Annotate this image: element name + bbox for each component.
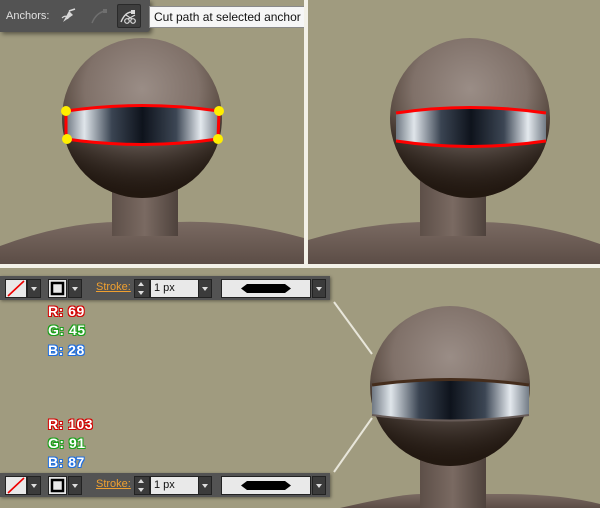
cut-path-tooltip: Cut path at selected anchor points bbox=[149, 6, 304, 28]
robot-visor bbox=[66, 105, 219, 145]
anchor-point bbox=[213, 134, 223, 144]
stroke-weight-dropdown[interactable] bbox=[198, 279, 212, 298]
stroke-dropdown[interactable] bbox=[68, 476, 82, 495]
robot-illustration bbox=[308, 38, 600, 264]
stroke-toolbar: Stroke: 1 px bbox=[0, 276, 330, 300]
stroke-toolbar: Stroke: 1 px bbox=[0, 473, 330, 497]
stroke-weight-field[interactable]: 1 px bbox=[150, 476, 199, 495]
stroke-swatch[interactable] bbox=[48, 279, 67, 298]
anchor-point bbox=[61, 106, 71, 116]
convert-anchor-button[interactable] bbox=[58, 5, 80, 27]
fill-dropdown[interactable] bbox=[27, 279, 41, 298]
color-green-value: G: 45 bbox=[48, 322, 86, 338]
remove-anchor-icon bbox=[91, 9, 107, 24]
stroke-weight-stepper[interactable] bbox=[134, 279, 150, 298]
color-red-value: R: 69 bbox=[48, 303, 85, 319]
cut-path-button[interactable] bbox=[117, 4, 141, 28]
no-fill-icon bbox=[7, 477, 25, 494]
color-blue-value: B: 87 bbox=[48, 454, 85, 470]
canvas-panel-stroke: Stroke: 1 px R: 69 G: 45 B: 28 R: 103 G:… bbox=[0, 268, 600, 508]
stroke-swatch-icon bbox=[50, 281, 65, 296]
anchors-control-bar: Anchors: bbox=[0, 0, 150, 32]
color-red-value: R: 103 bbox=[48, 416, 94, 432]
robot-illustration bbox=[0, 38, 304, 264]
fill-swatch[interactable] bbox=[5, 279, 27, 298]
stroke-weight-field[interactable]: 1 px bbox=[150, 279, 199, 298]
anchor-point bbox=[214, 106, 224, 116]
remove-anchor-button[interactable] bbox=[88, 5, 110, 27]
stroke-swatch[interactable] bbox=[48, 476, 67, 495]
anchors-label: Anchors: bbox=[6, 10, 50, 22]
stroke-weight-stepper[interactable] bbox=[134, 476, 150, 495]
convert-anchor-icon bbox=[61, 8, 76, 22]
robot-visor bbox=[372, 379, 529, 421]
stroke-swatch-icon bbox=[50, 478, 65, 493]
stroke-dropdown[interactable] bbox=[68, 279, 82, 298]
profile-dropdown[interactable] bbox=[312, 476, 326, 495]
robot-illustration bbox=[333, 301, 600, 508]
canvas-panel-cut bbox=[308, 0, 600, 264]
variable-width-profile[interactable] bbox=[221, 476, 311, 495]
callout-line bbox=[333, 417, 373, 473]
robot-visor bbox=[396, 107, 546, 147]
stroke-weight-dropdown[interactable] bbox=[198, 476, 212, 495]
color-green-value: G: 91 bbox=[48, 435, 86, 451]
stroke-label[interactable]: Stroke: bbox=[96, 281, 131, 293]
fill-dropdown[interactable] bbox=[27, 476, 41, 495]
anchor-point bbox=[62, 134, 72, 144]
canvas-panel-anchors: Anchors: Cut path at selected anchor bbox=[0, 0, 304, 264]
stroke-label[interactable]: Stroke: bbox=[96, 478, 131, 490]
fill-swatch[interactable] bbox=[5, 476, 27, 495]
profile-dropdown[interactable] bbox=[312, 279, 326, 298]
variable-width-profile[interactable] bbox=[221, 279, 311, 298]
callout-line bbox=[333, 301, 373, 355]
no-fill-icon bbox=[7, 280, 25, 297]
cut-path-icon bbox=[120, 10, 136, 24]
color-blue-value: B: 28 bbox=[48, 342, 85, 358]
